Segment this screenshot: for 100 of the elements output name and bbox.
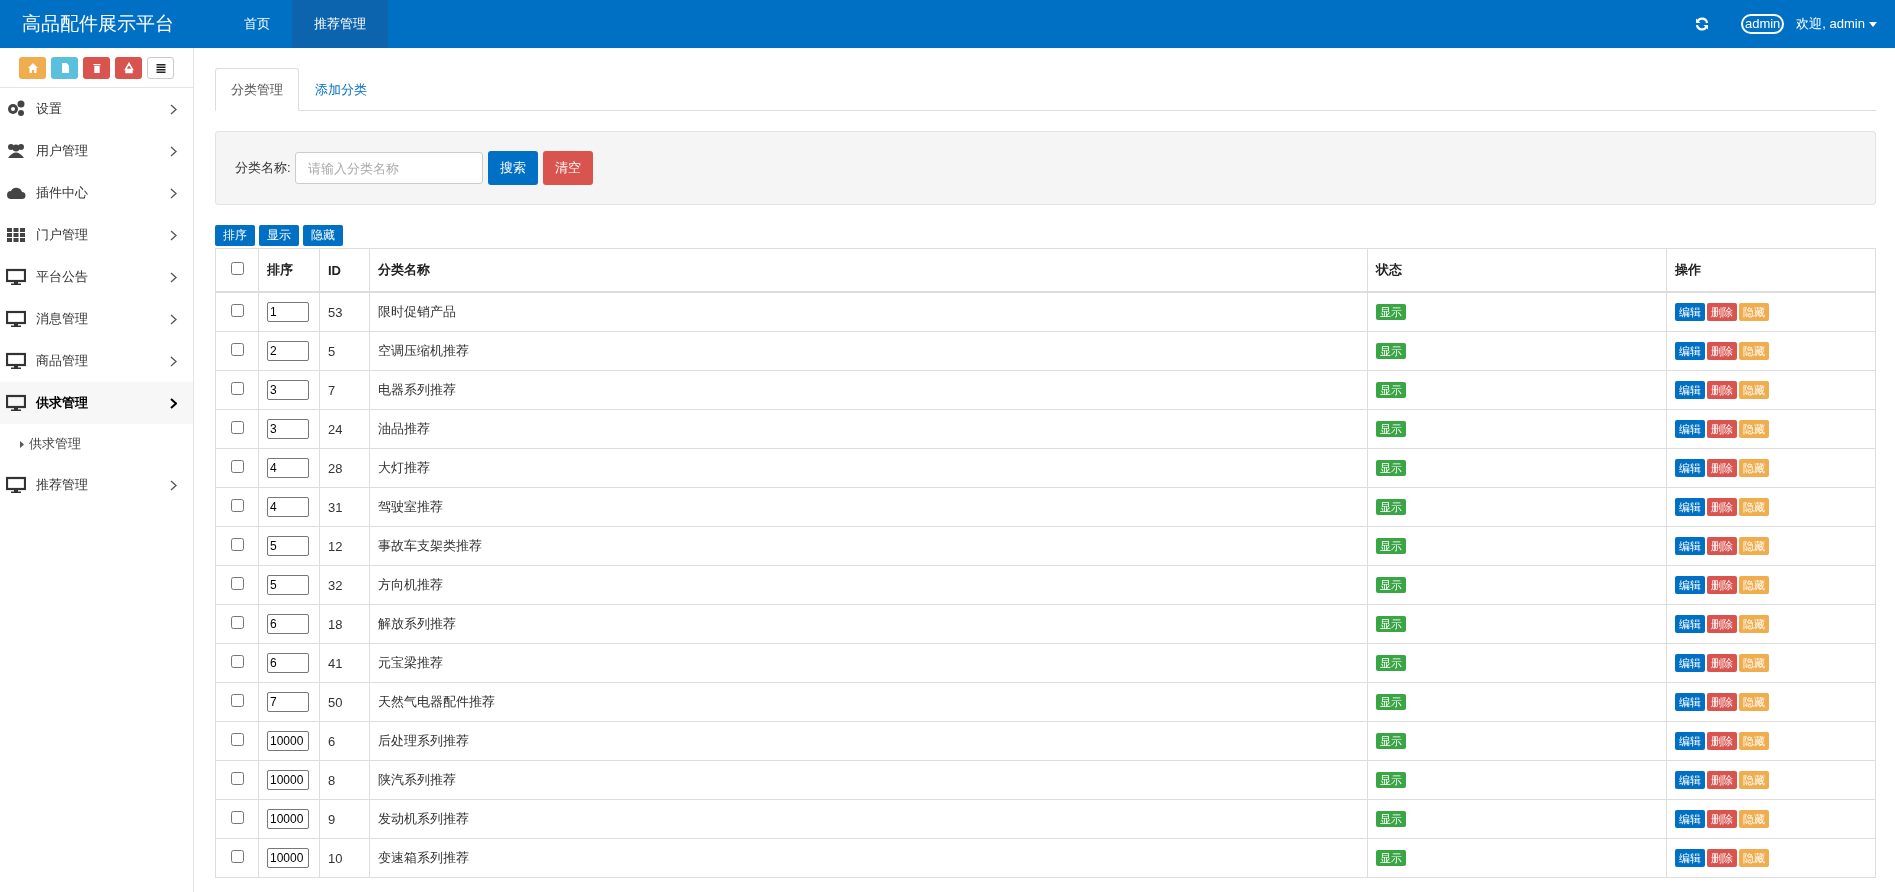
- row-checkbox[interactable]: [230, 811, 244, 824]
- order-field[interactable]: 4: [267, 458, 309, 478]
- table-cell: 18: [319, 604, 370, 644]
- table-cell: 5: [319, 331, 370, 371]
- row-checkbox[interactable]: [230, 694, 244, 707]
- order-field[interactable]: 10000: [267, 809, 309, 829]
- delete-button[interactable]: 删除: [1707, 654, 1737, 672]
- edit-button[interactable]: 编辑: [1675, 537, 1705, 555]
- users-icon: [6, 141, 26, 161]
- table-cell: 电器系列推荐: [369, 370, 1368, 410]
- column-header: 分类名称: [369, 248, 1368, 292]
- sidebar-item[interactable]: 门户管理: [0, 214, 193, 256]
- sidebar-item[interactable]: 设置: [0, 88, 193, 130]
- edit-button[interactable]: 编辑: [1675, 576, 1705, 594]
- edit-button[interactable]: 编辑: [1675, 420, 1705, 438]
- edit-button[interactable]: 编辑: [1675, 381, 1705, 399]
- tab[interactable]: 分类管理: [215, 68, 299, 111]
- delete-button[interactable]: 删除: [1707, 420, 1737, 438]
- edit-button[interactable]: 编辑: [1675, 459, 1705, 477]
- status-badge: 显示: [1376, 304, 1406, 320]
- order-field[interactable]: 5: [267, 575, 309, 595]
- delete-button[interactable]: 删除: [1707, 342, 1737, 360]
- list-button[interactable]: [147, 57, 174, 79]
- edit-button[interactable]: 编辑: [1675, 849, 1705, 867]
- search-field[interactable]: 请输入分类名称: [294, 152, 483, 184]
- row-checkbox[interactable]: [230, 499, 244, 512]
- status-badge: 显示: [1376, 694, 1406, 710]
- delete-button[interactable]: 删除: [1707, 771, 1737, 789]
- edit-button[interactable]: 编辑: [1675, 810, 1705, 828]
- edit-button[interactable]: 编辑: [1675, 303, 1705, 321]
- bulk-action-button[interactable]: 排序: [215, 225, 255, 246]
- nav-link[interactable]: 推荐管理: [292, 0, 388, 48]
- delete-button[interactable]: 删除: [1707, 303, 1737, 321]
- sidebar-item[interactable]: 平台公告: [0, 256, 193, 298]
- tab[interactable]: 添加分类: [299, 68, 383, 111]
- user-avatar[interactable]: admin: [1740, 14, 1785, 34]
- row-checkbox[interactable]: [230, 772, 244, 785]
- edit-button[interactable]: 编辑: [1675, 771, 1705, 789]
- order-field[interactable]: 1: [267, 302, 309, 322]
- edit-button[interactable]: 编辑: [1675, 654, 1705, 672]
- edit-button[interactable]: 编辑: [1675, 342, 1705, 360]
- order-field[interactable]: 10000: [267, 848, 309, 868]
- row-checkbox[interactable]: [230, 304, 244, 317]
- column-header: 状态: [1367, 248, 1667, 292]
- row-checkbox[interactable]: [230, 460, 244, 473]
- delete-button[interactable]: 删除: [1707, 732, 1737, 750]
- delete-button[interactable]: 删除: [1707, 849, 1737, 867]
- order-field[interactable]: 2: [267, 341, 309, 361]
- status-badge: 显示: [1376, 655, 1406, 671]
- delete-button[interactable]: 删除: [1707, 693, 1737, 711]
- edit-button[interactable]: 编辑: [1675, 732, 1705, 750]
- delete-button[interactable]: 删除: [1707, 576, 1737, 594]
- table-cell: 9: [319, 799, 370, 839]
- row-checkbox[interactable]: [230, 538, 244, 551]
- sidebar-item[interactable]: 消息管理: [0, 298, 193, 340]
- order-field[interactable]: 5: [267, 536, 309, 556]
- row-checkbox[interactable]: [230, 382, 244, 395]
- sidebar-subitem[interactable]: 供求管理: [0, 424, 193, 464]
- user-menu[interactable]: 欢迎, admin: [1796, 15, 1877, 33]
- sidebar-item[interactable]: 商品管理: [0, 340, 193, 382]
- select-all-checkbox[interactable]: [230, 262, 244, 275]
- order-field[interactable]: 10000: [267, 770, 309, 790]
- table-cell: 事故车支架类推荐: [369, 526, 1368, 566]
- order-field[interactable]: 3: [267, 380, 309, 400]
- delete-button[interactable]: 删除: [1707, 459, 1737, 477]
- order-field[interactable]: 3: [267, 419, 309, 439]
- order-field[interactable]: 7: [267, 692, 309, 712]
- delete-button[interactable]: 删除: [1707, 537, 1737, 555]
- row-checkbox[interactable]: [230, 577, 244, 590]
- delete-button[interactable]: 删除: [1707, 615, 1737, 633]
- search-button[interactable]: 搜索: [487, 151, 538, 185]
- list-icon: [154, 62, 167, 74]
- row-checkbox[interactable]: [230, 343, 244, 356]
- edit-button[interactable]: 编辑: [1675, 693, 1705, 711]
- bulk-action-button[interactable]: 显示: [259, 225, 299, 246]
- chevron-icon: [170, 355, 177, 367]
- sidebar-item[interactable]: 插件中心: [0, 172, 193, 214]
- row-checkbox[interactable]: [230, 733, 244, 746]
- sidebar-item[interactable]: 供求管理: [0, 382, 193, 424]
- delete-button[interactable]: 删除: [1707, 810, 1737, 828]
- delete-button[interactable]: 删除: [1707, 498, 1737, 516]
- order-field[interactable]: 4: [267, 497, 309, 517]
- bulk-action-button[interactable]: 隐藏: [303, 225, 343, 246]
- row-checkbox[interactable]: [230, 421, 244, 434]
- nav-link[interactable]: 首页: [222, 0, 292, 48]
- sidebar-item[interactable]: 用户管理: [0, 130, 193, 172]
- sidebar-item[interactable]: 推荐管理: [0, 464, 193, 506]
- edit-button[interactable]: 编辑: [1675, 498, 1705, 516]
- order-field[interactable]: 6: [267, 614, 309, 634]
- recycle-button[interactable]: [115, 57, 142, 79]
- order-field[interactable]: 6: [267, 653, 309, 673]
- trash-button[interactable]: [83, 57, 110, 79]
- row-checkbox[interactable]: [230, 616, 244, 629]
- edit-button[interactable]: 编辑: [1675, 615, 1705, 633]
- delete-button[interactable]: 删除: [1707, 381, 1737, 399]
- row-checkbox[interactable]: [230, 850, 244, 863]
- clear-button[interactable]: 清空: [542, 151, 593, 185]
- refresh-icon[interactable]: [1694, 17, 1709, 31]
- row-checkbox[interactable]: [230, 655, 244, 668]
- order-field[interactable]: 10000: [267, 731, 309, 751]
